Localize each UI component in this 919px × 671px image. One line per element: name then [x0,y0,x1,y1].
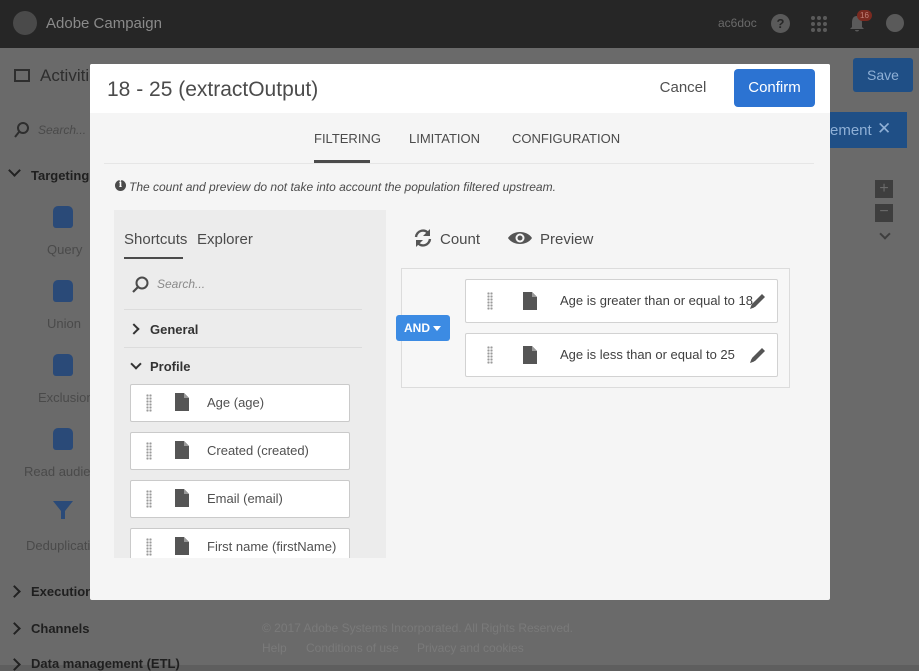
help-icon[interactable]: ? [771,14,790,33]
search-icon [132,276,149,293]
subtab-shortcuts[interactable]: Shortcuts [124,231,187,248]
drag-handle-icon[interactable] [487,346,493,364]
pencil-icon[interactable] [749,346,767,364]
sidebar-section-channels[interactable]: Channels [31,621,90,636]
tab-configuration[interactable]: CONFIGURATION [512,131,620,146]
chevron-right-icon [8,585,21,598]
adobe-logo-icon [13,11,37,35]
document-icon [175,393,189,411]
username[interactable]: ac6doc [718,16,757,30]
field-email[interactable]: Email (email) [130,480,350,518]
condition-age-min[interactable]: Age is greater than or equal to 18 [465,279,778,323]
condition-label: Age is greater than or equal to 18 [560,293,753,308]
drag-handle-icon[interactable] [146,394,152,412]
zoom-in-icon[interactable]: + [875,180,893,198]
tabs-divider [104,163,814,164]
drag-handle-icon[interactable] [146,442,152,460]
cancel-button[interactable]: Cancel [653,79,713,101]
group-profile[interactable]: Profile [150,359,190,374]
upstream-note: The count and preview do not take into a… [129,180,556,194]
drag-handle-icon[interactable] [146,490,152,508]
eye-icon[interactable] [507,230,533,246]
dialog-header: 18 - 25 (extractOutput) Cancel Confirm [90,64,830,113]
page-title-bg: Activiti [40,66,90,85]
document-icon [523,292,537,310]
notification-badge: 16 [857,10,872,21]
sidebar-section-execution[interactable]: Execution [31,584,93,599]
chevron-down-icon[interactable] [879,228,891,240]
sidebar-section-targeting[interactable]: Targeting [31,168,89,183]
sidebar-section-data-management[interactable]: Data management (ETL) [31,656,180,671]
exclusion-icon [53,354,73,376]
group-general[interactable]: General [150,322,198,337]
sidebar-item-read-audience[interactable]: Read audien [24,464,98,479]
field-created[interactable]: Created (created) [130,432,350,470]
search-placeholder-bg[interactable]: Search... [38,123,86,137]
condition-age-max[interactable]: Age is less than or equal to 25 [465,333,778,377]
info-icon: i [115,180,126,191]
field-search-input[interactable]: Search... [157,277,205,291]
document-icon [523,346,537,364]
pencil-icon[interactable] [749,292,767,310]
deduplication-icon [53,501,73,519]
field-label: Created (created) [207,443,309,458]
field-label: Age (age) [207,395,265,410]
field-first-name[interactable]: First name (firstName) [130,528,350,558]
app-brand[interactable]: Adobe Campaign [46,15,162,32]
refresh-icon[interactable] [413,228,433,248]
app-top-bar: Adobe Campaign ac6doc ? 16 [0,0,919,48]
chevron-down-icon [8,164,21,177]
sidebar-item-deduplication[interactable]: Deduplicati [26,538,90,553]
sidebar-item-exclusion[interactable]: Exclusion [38,390,94,405]
footer-link-conditions[interactable]: Conditions of use [306,641,399,655]
active-tab-indicator [314,160,370,163]
drag-handle-icon[interactable] [487,292,493,310]
and-operator-button[interactable]: AND [396,315,450,341]
operator-label: AND [404,321,430,335]
tab-limitation[interactable]: LIMITATION [409,131,480,146]
document-icon [175,441,189,459]
active-subtab-indicator [124,257,183,259]
sidebar-item-union[interactable]: Union [47,316,81,331]
sidebar-item-query[interactable]: Query [47,242,82,257]
condition-label: Age is less than or equal to 25 [560,347,735,362]
union-icon [53,280,73,302]
tab-filtering[interactable]: FILTERING [314,131,381,146]
search-icon-bg [14,122,29,138]
field-age[interactable]: Age (age) [130,384,350,422]
group-divider [124,347,362,348]
document-icon [175,537,189,555]
search-divider [124,309,362,310]
field-label: Email (email) [207,491,283,506]
drag-handle-icon[interactable] [146,538,152,556]
preview-button[interactable]: Preview [540,231,593,248]
filter-dialog: 18 - 25 (extractOutput) Cancel Confirm F… [90,64,830,600]
fields-clip: First name (firstName) [130,528,350,558]
save-button-bg[interactable]: Save [853,58,913,92]
banner-label-bg: ement [830,122,872,139]
activity-panel-icon [14,69,30,82]
footer-copyright: © 2017 Adobe Systems Incorporated. All R… [262,621,574,635]
dialog-title: 18 - 25 (extractOutput) [107,78,319,101]
confirm-button[interactable]: Confirm [734,69,815,107]
close-icon-bg[interactable]: ✕ [877,119,891,139]
field-label: First name (firstName) [207,539,337,554]
chevron-right-icon [8,622,21,635]
query-icon [53,206,73,228]
caret-down-icon [433,326,441,331]
apps-grid-icon[interactable] [810,15,828,33]
subtab-explorer[interactable]: Explorer [197,231,253,248]
avatar[interactable] [886,14,904,32]
zoom-out-icon[interactable]: − [875,204,893,222]
footer-link-help[interactable]: Help [262,641,287,655]
document-icon [175,489,189,507]
footer-link-privacy[interactable]: Privacy and cookies [417,641,524,655]
read-audience-icon [53,428,73,450]
count-button[interactable]: Count [440,231,480,248]
